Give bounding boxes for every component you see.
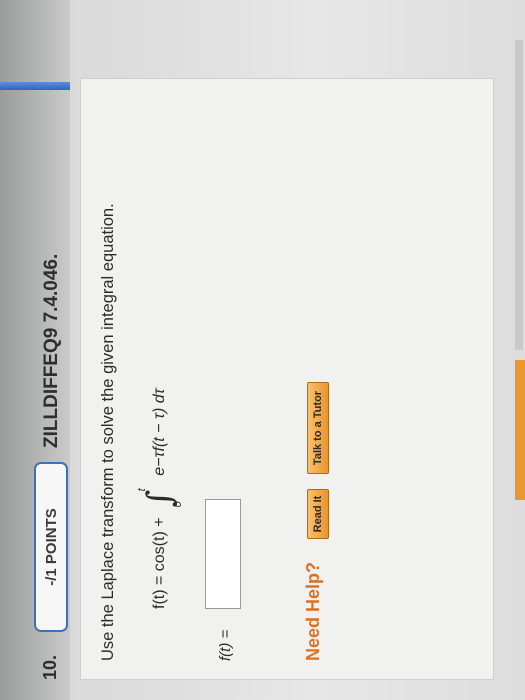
answer-field[interactable] [205,499,241,609]
orange-accent-stripe [515,360,525,500]
equation-lhs: f(t) = cos(t) + [151,517,168,609]
integral-upper-limit: t [136,488,148,492]
question-number: 10. [40,654,60,680]
question-id: ZILLDIFFEQ9 7.4.046. [41,253,62,448]
integral-equation: f(t) = cos(t) + ∫ t 0 e−τf(t − τ) dτ [136,388,184,609]
question-panel: 10. -/1 POINTS ZILLDIFFEQ9 7.4.046. Use … [28,30,498,680]
integral-lower-limit: 0 [172,501,184,508]
integrand: e−τf(t − τ) dτ [151,388,168,476]
answer-label: f(t) = [217,629,234,661]
points-badge[interactable]: -/1 POINTS [34,462,68,632]
question-header: 10. -/1 POINTS ZILLDIFFEQ9 7.4.046. [28,30,78,680]
read-it-button[interactable]: Read It [307,489,329,539]
problem-instruction: Use the Laplace transform to solve the g… [99,203,117,661]
gray-scroll-bar [515,40,523,350]
integral-sign-icon: ∫ t 0 [136,488,184,508]
question-card: Use the Laplace transform to solve the g… [80,78,494,680]
talk-to-tutor-button[interactable]: Talk to a Tutor [307,382,329,474]
need-help-label: Need Help? [303,561,323,661]
